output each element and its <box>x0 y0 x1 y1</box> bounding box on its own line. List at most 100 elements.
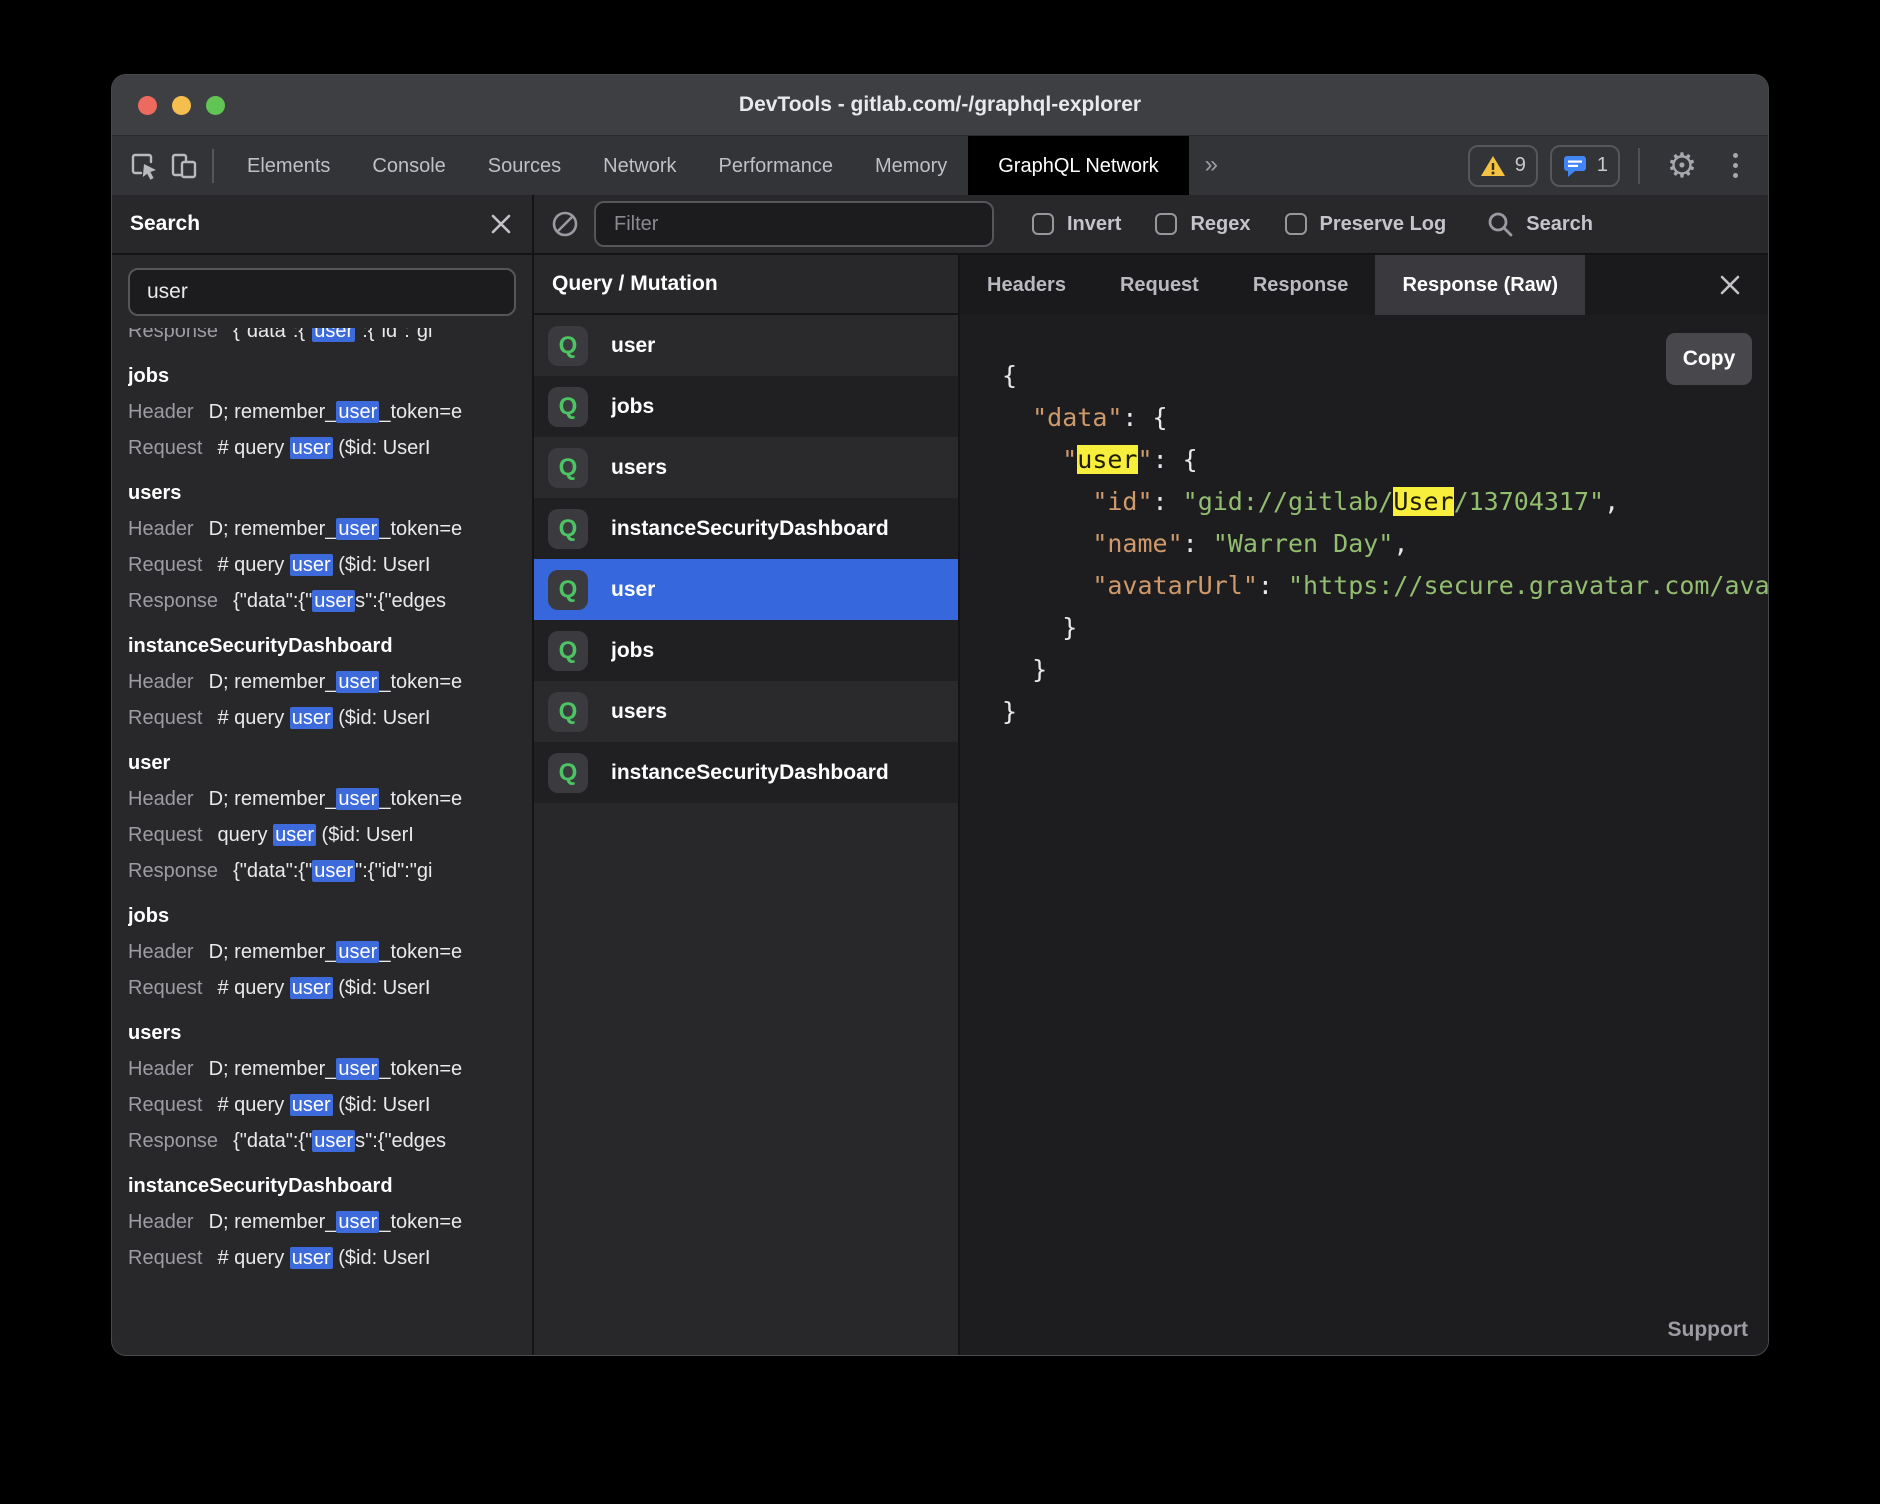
tab-elements[interactable]: Elements <box>226 136 351 196</box>
close-window-button[interactable] <box>138 96 157 115</box>
customize-kebab-menu-icon[interactable] <box>1718 153 1752 178</box>
json-segment: "id" <box>1092 487 1152 516</box>
messages-badge[interactable]: 1 <box>1550 145 1620 187</box>
match-highlight: user <box>290 707 333 729</box>
detail-tab-response-raw[interactable]: Response (Raw) <box>1375 255 1585 315</box>
search-result-row[interactable]: Requestquery user ($id: UserI <box>128 817 516 853</box>
search-result-row[interactable]: HeaderD; remember_user_token=e <box>128 664 516 700</box>
search-result-row[interactable]: Request# query user ($id: UserI <box>128 547 516 583</box>
zoom-window-button[interactable] <box>206 96 225 115</box>
inspect-element-icon[interactable] <box>124 136 164 196</box>
json-line: "user": { <box>1002 439 1768 481</box>
result-section-title: instanceSecurityDashboard <box>128 628 516 664</box>
search-result-row[interactable]: HeaderD; remember_user_token=e <box>128 1051 516 1087</box>
search-input[interactable] <box>128 268 516 316</box>
json-segment: : { <box>1153 445 1198 474</box>
query-type-badge: Q <box>548 509 588 549</box>
result-text-part: _token=e <box>379 788 462 810</box>
checkbox-label: Invert <box>1067 213 1121 236</box>
query-list-item-users[interactable]: Qusers <box>534 681 958 742</box>
devtools-tab-bar: ElementsConsoleSourcesNetworkPerformance… <box>112 135 1768 195</box>
search-result-row[interactable]: Request# query user ($id: UserI <box>128 700 516 736</box>
search-result-row[interactable]: HeaderD; remember_user_token=e <box>128 781 516 817</box>
tab-memory[interactable]: Memory <box>854 136 968 196</box>
minimize-window-button[interactable] <box>172 96 191 115</box>
panel-tabs: ElementsConsoleSourcesNetworkPerformance… <box>226 136 1189 196</box>
tab-console[interactable]: Console <box>351 136 466 196</box>
query-list-item-jobs[interactable]: Qjobs <box>534 620 958 681</box>
query-list-item-instancesecuritydashboard[interactable]: QinstanceSecurityDashboard <box>534 498 958 559</box>
result-text-part: D; remember_ <box>209 671 337 693</box>
close-detail-icon[interactable] <box>1710 255 1750 315</box>
search-result-row[interactable]: Header D; remember_user_token=e <box>128 394 516 430</box>
filter-input[interactable] <box>594 201 994 247</box>
json-line: } <box>1002 691 1768 733</box>
detail-tab-response[interactable]: Response <box>1226 255 1376 315</box>
search-result-row[interactable]: Response{"data":{"users":{"edges <box>128 583 516 619</box>
clear-blocked-icon[interactable] <box>550 209 580 239</box>
result-text-part: {"data":{" <box>233 328 312 342</box>
result-row-label: Header <box>128 401 194 423</box>
query-list-item-jobs[interactable]: Qjobs <box>534 376 958 437</box>
json-line: } <box>1002 649 1768 691</box>
search-result-row[interactable]: HeaderD; remember_user_token=e <box>128 511 516 547</box>
device-toolbar-icon[interactable] <box>164 136 204 196</box>
tab-performance[interactable]: Performance <box>698 136 855 196</box>
tab-network[interactable]: Network <box>582 136 697 196</box>
search-input-wrap <box>112 255 532 328</box>
more-tabs-chevron-icon[interactable]: » <box>1189 136 1234 196</box>
json-segment: "data" <box>1032 403 1122 432</box>
query-list-item-instancesecuritydashboard[interactable]: QinstanceSecurityDashboard <box>534 742 958 803</box>
tab-sources[interactable]: Sources <box>467 136 582 196</box>
detail-tab-headers[interactable]: Headers <box>960 255 1093 315</box>
search-result-row[interactable]: Request# query user ($id: UserI <box>128 1087 516 1123</box>
result-row-text: {"data":{"users":{"edges <box>233 1130 446 1152</box>
tab-graphql-network[interactable]: GraphQL Network <box>968 136 1188 196</box>
result-section-title: jobs <box>128 358 516 394</box>
query-list-item-user[interactable]: Quser <box>534 559 958 620</box>
result-section-title: instanceSecurityDashboard <box>128 1168 516 1204</box>
search-result-row[interactable]: Request# query user ($id: UserI <box>128 970 516 1006</box>
result-row-text: D; remember_user_token=e <box>209 401 463 423</box>
search-result-row[interactable]: HeaderD; remember_user_token=e <box>128 1204 516 1240</box>
match-highlight: user <box>336 518 379 540</box>
query-type-badge: Q <box>548 387 588 427</box>
match-highlight: user <box>336 671 379 693</box>
warnings-badge[interactable]: 9 <box>1468 145 1538 187</box>
checkbox-regex[interactable]: Regex <box>1155 213 1250 236</box>
json-line: "data": { <box>1002 397 1768 439</box>
search-result-row[interactable]: HeaderD; remember_user_token=e <box>128 934 516 970</box>
message-icon <box>1562 154 1588 178</box>
checkbox-invert[interactable]: Invert <box>1032 213 1121 236</box>
search-result-row[interactable]: Request# query user ($id: UserI <box>128 430 516 466</box>
search-result-row[interactable]: Response{"data":{"users":{"edges <box>128 1123 516 1159</box>
result-text-part: D; remember_ <box>209 941 337 963</box>
result-row-label: Request <box>128 1247 203 1269</box>
result-text-part: ":{"id":"gi <box>355 860 432 882</box>
query-item-label: instanceSecurityDashboard <box>611 517 889 541</box>
result-row-label: Request <box>128 554 203 576</box>
copy-button[interactable]: Copy <box>1666 333 1752 385</box>
search-result-row[interactable]: Request# query user ($id: UserI <box>128 1240 516 1276</box>
checkbox-preserve-log[interactable]: Preserve Log <box>1285 213 1447 236</box>
result-row-label: Header <box>128 941 194 963</box>
query-item-label: users <box>611 456 667 480</box>
search-result-row[interactable]: Response{"data":{"user":{"id":"gi <box>128 328 516 349</box>
match-highlight: user <box>312 590 355 612</box>
search-highlight: user <box>1077 445 1137 474</box>
match-highlight: user <box>290 437 333 459</box>
query-list-item-user[interactable]: Quser <box>534 315 958 376</box>
network-search-toggle[interactable]: Search <box>1486 210 1593 238</box>
close-search-icon[interactable] <box>488 211 514 237</box>
search-result-row[interactable]: Response{"data":{"user":{"id":"gi <box>128 853 516 889</box>
toolbar-divider <box>212 149 214 183</box>
detail-tab-request[interactable]: Request <box>1093 255 1226 315</box>
query-list-item-users[interactable]: Qusers <box>534 437 958 498</box>
support-link[interactable]: Support <box>1668 1318 1748 1342</box>
response-raw-body: Copy { "data": { "user": { "id": "gid://… <box>960 315 1768 1355</box>
content-area: Search Response{"data":{"user":{"id":"gi… <box>112 195 1768 1355</box>
query-mutation-header: Query / Mutation <box>534 255 958 315</box>
settings-gear-icon[interactable]: ⚙ <box>1658 146 1706 186</box>
checkbox-box-invert <box>1032 213 1054 235</box>
json-segment: , <box>1393 529 1408 558</box>
